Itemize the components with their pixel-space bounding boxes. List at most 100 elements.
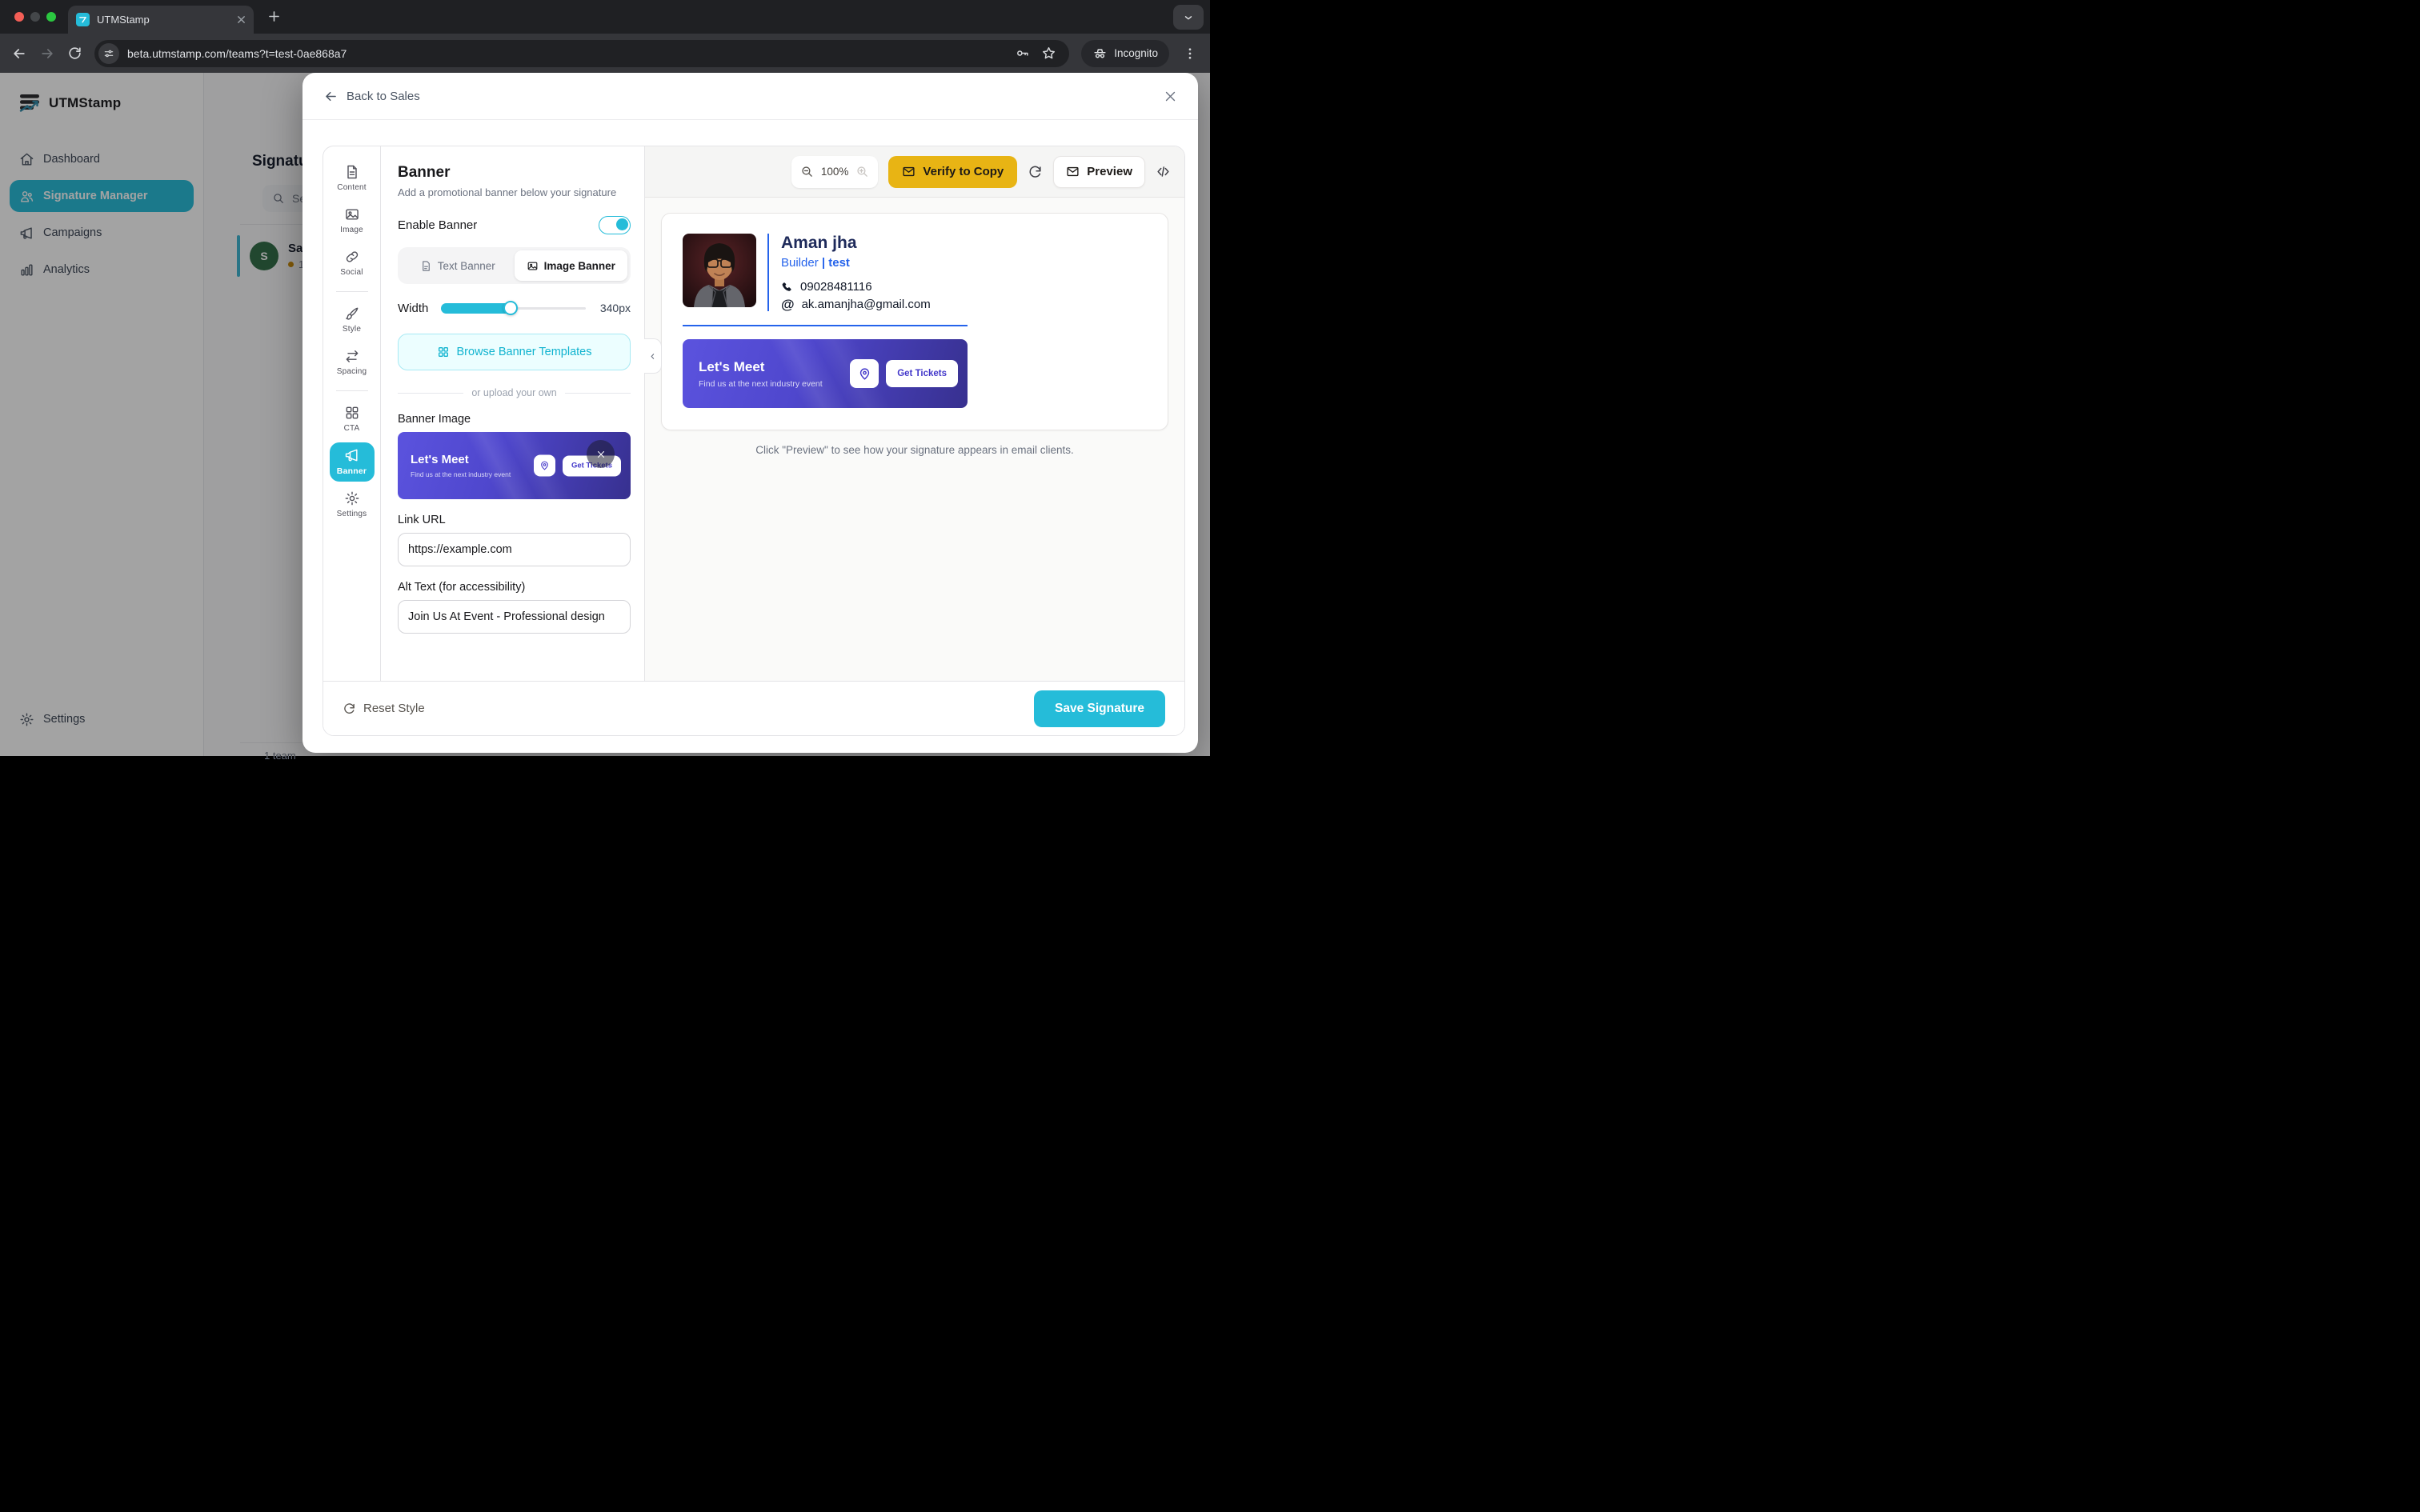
- width-label: Width: [398, 302, 431, 315]
- signature-name: Aman jha: [781, 234, 931, 253]
- browser-toolbar: beta.utmstamp.com/teams?t=test-0ae868a7 …: [0, 34, 1210, 73]
- divider: [336, 291, 368, 292]
- zoom-value: 100%: [821, 166, 849, 178]
- alt-text-label: Alt Text (for accessibility): [398, 581, 631, 594]
- view-code-icon[interactable]: [1156, 164, 1171, 179]
- banner-subtitle: Find us at the next industry event: [699, 379, 823, 389]
- brush-icon: [344, 306, 360, 322]
- incognito-badge: Incognito: [1081, 40, 1169, 67]
- editor-nav-rail: Content Image Social: [323, 146, 381, 681]
- remove-banner-image-button[interactable]: [587, 440, 615, 468]
- rail-item-settings[interactable]: Settings: [330, 486, 375, 524]
- site-settings-icon[interactable]: [98, 43, 119, 64]
- link-icon: [344, 249, 360, 265]
- minimize-window-button[interactable]: [30, 12, 40, 22]
- envelope-icon: [1066, 165, 1080, 178]
- url-text[interactable]: beta.utmstamp.com/teams?t=test-0ae868a7: [127, 47, 1007, 60]
- location-pin-button[interactable]: [850, 359, 879, 388]
- zoom-window-button[interactable]: [46, 12, 56, 22]
- profile-photo: [683, 234, 756, 307]
- tab-image-banner[interactable]: Image Banner: [515, 250, 628, 281]
- signature-role: Builder: [781, 256, 819, 270]
- window-controls[interactable]: [14, 12, 56, 22]
- rail-item-style[interactable]: Style: [330, 301, 375, 339]
- role-separator: |: [822, 256, 825, 270]
- new-tab-button[interactable]: [266, 9, 282, 24]
- close-window-button[interactable]: [14, 12, 24, 22]
- browser-menu-icon[interactable]: [1181, 46, 1199, 61]
- url-bar[interactable]: beta.utmstamp.com/teams?t=test-0ae868a7: [94, 40, 1069, 67]
- grid-icon: [437, 346, 450, 358]
- forward-button[interactable]: [39, 46, 55, 62]
- location-pin-button[interactable]: [534, 455, 555, 477]
- signature-editor-modal: Back to Sales Content: [302, 73, 1198, 753]
- signature-preview-card: Aman jha Builder | test: [661, 213, 1168, 430]
- panel-title: Banner: [398, 164, 631, 182]
- reset-style-button[interactable]: Reset Style: [343, 702, 425, 715]
- tab-title: UTMStamp: [97, 14, 230, 26]
- image-icon: [527, 260, 539, 272]
- link-url-input[interactable]: [398, 533, 631, 566]
- document-icon: [420, 260, 432, 272]
- password-key-icon[interactable]: [1015, 46, 1030, 61]
- rail-item-cta[interactable]: CTA: [330, 400, 375, 438]
- back-to-sales-link[interactable]: Back to Sales: [323, 89, 420, 104]
- alt-text-input[interactable]: [398, 600, 631, 634]
- browser-chrome: UTMStamp beta.utmstamp.com/teams?t=test-…: [0, 0, 1210, 73]
- refresh-preview-icon[interactable]: [1028, 164, 1043, 179]
- back-button[interactable]: [11, 46, 27, 62]
- incognito-label: Incognito: [1114, 47, 1158, 59]
- tab-close-icon[interactable]: [237, 15, 246, 24]
- image-icon: [344, 206, 360, 222]
- signature-team: test: [828, 256, 850, 270]
- zoom-out-icon[interactable]: [800, 165, 814, 178]
- preview-caption: Click "Preview" to see how your signatur…: [661, 444, 1168, 456]
- browse-banner-templates-button[interactable]: Browse Banner Templates: [398, 334, 631, 370]
- collapse-panel-handle[interactable]: [644, 338, 662, 374]
- browser-tab[interactable]: UTMStamp: [68, 6, 254, 34]
- bookmark-star-icon[interactable]: [1041, 46, 1056, 61]
- banner-title: Let's Meet: [699, 359, 823, 375]
- width-slider[interactable]: [441, 300, 586, 316]
- rail-item-social[interactable]: Social: [330, 244, 375, 282]
- preview-toolbar: 100% Verify to Copy: [645, 146, 1184, 198]
- rail-item-image[interactable]: Image: [330, 202, 375, 240]
- upload-divider-text: or upload your own: [471, 387, 556, 398]
- save-signature-button[interactable]: Save Signature: [1034, 690, 1165, 727]
- banner-form-panel: Banner Add a promotional banner below yo…: [381, 146, 645, 681]
- megaphone-icon: [344, 447, 360, 463]
- verify-to-copy-button[interactable]: Verify to Copy: [888, 156, 1017, 188]
- banner-type-tabs: Text Banner Image Banner: [398, 247, 631, 284]
- get-tickets-button[interactable]: Get Tickets: [886, 360, 958, 387]
- gear-icon: [344, 490, 360, 506]
- panel-subtitle: Add a promotional banner below your sign…: [398, 186, 631, 198]
- zoom-in-icon[interactable]: [855, 165, 869, 178]
- arrow-left-icon: [323, 89, 339, 104]
- tab-search-chevron-button[interactable]: [1173, 5, 1204, 30]
- document-icon: [344, 164, 360, 180]
- at-symbol: @: [781, 298, 795, 311]
- editor-card: Content Image Social: [323, 146, 1185, 736]
- link-url-label: Link URL: [398, 514, 631, 526]
- horizontal-arrows-icon: [344, 348, 360, 364]
- zoom-control: 100%: [791, 156, 879, 188]
- preview-button[interactable]: Preview: [1053, 156, 1145, 188]
- envelope-icon: [902, 165, 916, 178]
- slider-knob[interactable]: [503, 301, 518, 315]
- rail-item-banner[interactable]: Banner: [330, 442, 375, 482]
- rail-item-content[interactable]: Content: [330, 159, 375, 198]
- modal-close-icon[interactable]: [1164, 90, 1177, 103]
- signature-banner: Let's Meet Find us at the next industry …: [683, 339, 968, 408]
- divider: [336, 390, 368, 391]
- signature-email: ak.amanjha@gmail.com: [802, 298, 931, 311]
- signature-preview-panel: 100% Verify to Copy: [645, 146, 1184, 681]
- rail-item-spacing[interactable]: Spacing: [330, 343, 375, 382]
- signature-phone: 09028481116: [800, 280, 872, 294]
- reload-button[interactable]: [67, 46, 82, 61]
- signature-rule: [683, 325, 968, 326]
- back-label: Back to Sales: [347, 90, 420, 103]
- enable-banner-toggle[interactable]: [599, 216, 631, 234]
- refresh-icon: [343, 702, 356, 715]
- tab-text-banner[interactable]: Text Banner: [401, 250, 515, 281]
- banner-title: Let's Meet: [411, 453, 511, 466]
